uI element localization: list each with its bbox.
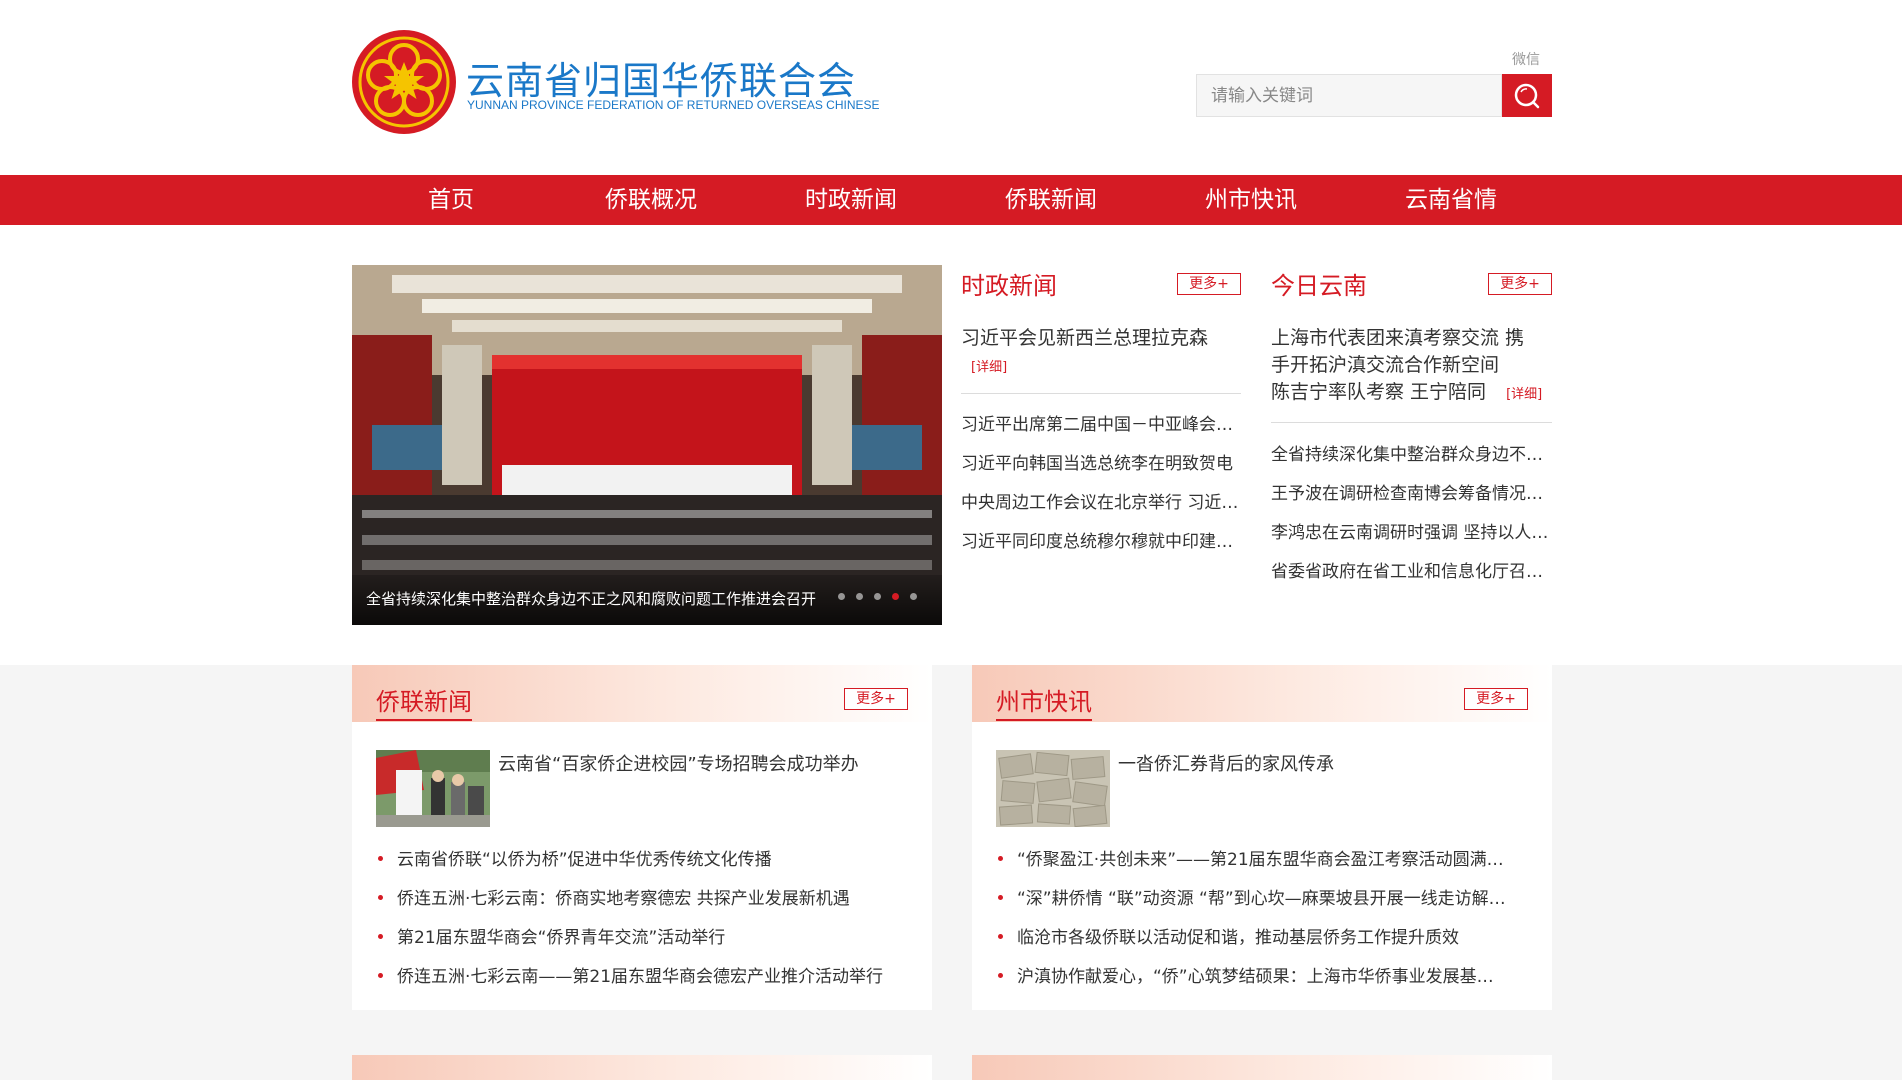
- carousel-dot[interactable]: [910, 593, 917, 600]
- prefecture-news-item[interactable]: 临沧市各级侨联以活动促和谐，推动基层侨务工作提升质效: [1017, 923, 1507, 948]
- politics-news-item[interactable]: 习近平同印度总统穆尔穆就中印建交75周年互致贺电: [961, 527, 1241, 552]
- overseas-news-thumbnail[interactable]: [376, 750, 490, 827]
- wechat-link[interactable]: 微信: [1512, 49, 1540, 69]
- search-input[interactable]: [1196, 74, 1502, 117]
- next-panel-left: [352, 1055, 932, 1080]
- overseas-news-item[interactable]: 侨连五洲·七彩云南——第21届东盟华商会德宏产业推介活动举行: [397, 962, 887, 987]
- lower-section-background: [0, 665, 1902, 1080]
- carousel-image: [352, 265, 942, 625]
- carousel-dots: [838, 593, 928, 600]
- politics-news-item[interactable]: 习近平出席第二届中国－中亚峰会并发表主旨发言: [961, 410, 1241, 435]
- bullet-icon: [998, 973, 1003, 978]
- panel-header: [972, 1055, 1552, 1080]
- today-yunnan-more-button[interactable]: 更多+: [1488, 273, 1552, 295]
- today-yunnan-featured-news[interactable]: 上海市代表团来滇考察交流 携 手开拓沪滇交流合作新空间 陈吉宁率队考察 王宁陪同…: [1271, 325, 1556, 408]
- overseas-news-panel: 侨联新闻 更多+ 云南省“百家侨企进校园”专场招聘会成功举办 云南省侨联“以侨为…: [352, 665, 932, 1010]
- prefecture-news-panel: 州市快讯 更多+ 一沓侨汇券背后的家风传承 “侨聚盈江·共创未来”——第21届东…: [972, 665, 1552, 1010]
- today-yunnan-featured-line3[interactable]: 陈吉宁率队考察 王宁陪同: [1271, 381, 1486, 403]
- next-panel-right: [972, 1055, 1552, 1080]
- prefecture-news-featured[interactable]: 一沓侨汇券背后的家风传承: [1118, 750, 1334, 776]
- today-yunnan-news-item[interactable]: 李鸿忠在云南调研时强调 坚持以人民为中心: [1271, 518, 1552, 543]
- overseas-news-item[interactable]: 侨连五洲·七彩云南：侨商实地考察德宏 共探产业发展新机遇: [397, 884, 887, 909]
- prefecture-news-thumbnail[interactable]: [996, 750, 1110, 827]
- bullet-icon: [998, 856, 1003, 861]
- bullet-icon: [378, 856, 383, 861]
- bullet-icon: [998, 934, 1003, 939]
- overseas-news-item[interactable]: 第21届东盟华商会“侨界青年交流”活动举行: [397, 923, 887, 948]
- overseas-news-featured[interactable]: 云南省“百家侨企进校园”专场招聘会成功举办: [498, 750, 859, 776]
- carousel-dot[interactable]: [856, 593, 863, 600]
- bullet-icon: [378, 895, 383, 900]
- site-subtitle: YUNNAN PROVINCE FEDERATION OF RETURNED O…: [467, 98, 880, 112]
- carousel-dot[interactable]: [838, 593, 845, 600]
- prefecture-news-item[interactable]: “侨聚盈江·共创未来”——第21届东盟华商会盈江考察活动圆满结束: [1017, 845, 1507, 870]
- prefecture-news-title[interactable]: 州市快讯: [996, 682, 1092, 717]
- today-yunnan-news-item[interactable]: 省委省政府在省工业和信息化厅召开座谈会: [1271, 557, 1552, 582]
- site-header: 云南省归国华侨联合会 YUNNAN PROVINCE FEDERATION OF…: [0, 0, 1902, 175]
- divider: [1271, 422, 1552, 423]
- carousel-caption[interactable]: 全省持续深化集中整治群众身边不正之风和腐败问题工作推进会召开: [366, 588, 816, 609]
- star-emblem-icon[interactable]: [351, 29, 457, 135]
- prefecture-news-item[interactable]: “深”耕侨情 “联”动资源 “帮”到心坎—麻栗坡县开展一线走访解难题: [1017, 884, 1507, 909]
- politics-news-item[interactable]: 习近平向韩国当选总统李在明致贺电: [961, 449, 1241, 474]
- panel-header: [352, 1055, 932, 1080]
- politics-news-item[interactable]: 中央周边工作会议在北京举行 习近平发表重要讲话: [961, 488, 1241, 513]
- search-button[interactable]: [1502, 74, 1552, 117]
- divider: [961, 393, 1241, 394]
- overseas-news-title[interactable]: 侨联新闻: [376, 682, 472, 717]
- prefecture-news-item[interactable]: 沪滇协作献爱心，“侨”心筑梦结硕果：上海市华侨事业发展基金会: [1017, 962, 1507, 987]
- title-underline: [376, 719, 472, 721]
- site-title: 云南省归国华侨联合会: [466, 59, 857, 103]
- today-yunnan-title[interactable]: 今日云南: [1271, 266, 1367, 301]
- bullet-icon: [998, 895, 1003, 900]
- today-yunnan-news-item[interactable]: 全省持续深化集中整治群众身边不正之风和腐败问题工作推进会召开: [1271, 440, 1552, 465]
- overseas-news-item[interactable]: 云南省侨联“以侨为桥”促进中华优秀传统文化传播: [397, 845, 887, 870]
- politics-news-title[interactable]: 时政新闻: [961, 266, 1057, 301]
- today-yunnan-featured-line1[interactable]: 上海市代表团来滇考察交流 携: [1271, 327, 1524, 349]
- today-yunnan-featured-line2[interactable]: 手开拓沪滇交流合作新空间: [1271, 354, 1499, 376]
- politics-featured-text[interactable]: 习近平会见新西兰总理拉克森: [961, 327, 1208, 349]
- thumbnail-image: [376, 750, 490, 827]
- nav-item-home[interactable]: 首页: [361, 175, 541, 225]
- title-underline: [996, 719, 1092, 721]
- nav-item-politics-news[interactable]: 时政新闻: [761, 175, 941, 225]
- carousel-dot[interactable]: [874, 593, 881, 600]
- politics-news-more-button[interactable]: 更多+: [1177, 273, 1241, 295]
- nav-item-prefecture-news[interactable]: 州市快讯: [1161, 175, 1341, 225]
- nav-item-overview[interactable]: 侨联概况: [561, 175, 741, 225]
- bullet-icon: [378, 934, 383, 939]
- carousel-dot-active[interactable]: [892, 593, 899, 600]
- thumbnail-image: [996, 750, 1110, 827]
- search-icon: [1514, 83, 1540, 109]
- prefecture-news-more-button[interactable]: 更多+: [1464, 688, 1528, 710]
- news-carousel[interactable]: 全省持续深化集中整治群众身边不正之风和腐败问题工作推进会召开: [352, 265, 942, 625]
- main-nav: 首页 侨联概况 时政新闻 侨联新闻 州市快讯 云南省情: [0, 175, 1902, 225]
- nav-item-overseas-news[interactable]: 侨联新闻: [961, 175, 1141, 225]
- bullet-icon: [378, 973, 383, 978]
- politics-featured-news[interactable]: 习近平会见新西兰总理拉克森 [详细]: [961, 325, 1246, 381]
- politics-detail-link[interactable]: [详细]: [971, 360, 1007, 375]
- today-yunnan-detail-link[interactable]: [详细]: [1506, 387, 1542, 402]
- today-yunnan-news-item[interactable]: 王予波在调研检查南博会筹备情况时强调: [1271, 479, 1552, 504]
- nav-item-yunnan-info[interactable]: 云南省情: [1361, 175, 1541, 225]
- overseas-news-more-button[interactable]: 更多+: [844, 688, 908, 710]
